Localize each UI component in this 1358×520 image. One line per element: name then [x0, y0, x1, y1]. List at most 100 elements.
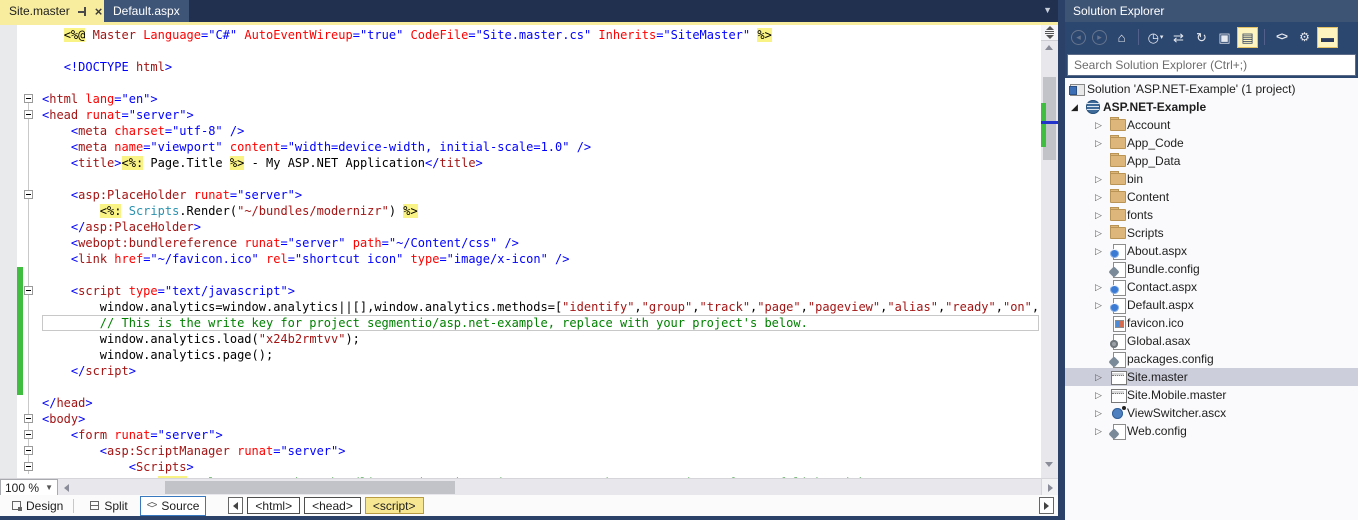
scroll-left-icon[interactable]	[64, 484, 69, 492]
scroll-up-icon[interactable]	[1045, 45, 1053, 50]
tree-item-site-master[interactable]: Site.master	[1065, 368, 1358, 386]
tree-item-scripts[interactable]: Scripts	[1065, 224, 1358, 242]
code-line[interactable]: <%: Scripts.Render("~/bundles/modernizr"…	[42, 203, 1039, 219]
scroll-down-icon[interactable]	[1045, 462, 1053, 467]
code-line[interactable]: <meta charset="utf-8" />	[42, 123, 1039, 139]
code-line[interactable]: <html lang="en">	[42, 91, 1039, 107]
code-line[interactable]	[42, 267, 1039, 283]
code-line[interactable]: </asp:PlaceHolder>	[42, 219, 1039, 235]
back-button[interactable]: ◂	[1071, 30, 1086, 45]
code-editor[interactable]: <%@ Master Language="C#" AutoEventWireup…	[0, 25, 1041, 478]
show-all-files-button[interactable]: ▤	[1237, 27, 1258, 48]
code-line[interactable]: <Scripts>	[42, 459, 1039, 475]
tree-item-about-aspx[interactable]: About.aspx	[1065, 242, 1358, 260]
code-line[interactable]: <meta name="viewport" content="width=dev…	[42, 139, 1039, 155]
tree-item-account[interactable]: Account	[1065, 116, 1358, 134]
split-button[interactable]: Split	[84, 497, 133, 515]
expand-arrow-icon[interactable]	[1093, 120, 1109, 131]
code-line[interactable]: <%@ Master Language="C#" AutoEventWireup…	[42, 27, 1039, 43]
code-line[interactable]: window.analytics.load("x24b2rmtvv");	[42, 331, 1039, 347]
code-line[interactable]: <asp:PlaceHolder runat="server">	[42, 187, 1039, 203]
code-line[interactable]: <link href="~/favicon.ico" rel="shortcut…	[42, 251, 1039, 267]
tab-overflow-dropdown-icon[interactable]: ▼	[1043, 5, 1052, 15]
preview-selected-items-button[interactable]: ▬	[1317, 27, 1338, 48]
expand-arrow-icon[interactable]	[1093, 174, 1109, 185]
expand-arrow-icon[interactable]	[1093, 300, 1109, 311]
expand-arrow-icon[interactable]	[1093, 390, 1109, 401]
collapse-box-icon[interactable]	[24, 286, 33, 295]
tree-item-site-mobile-master[interactable]: Site.Mobile.master	[1065, 386, 1358, 404]
collapse-box-icon[interactable]	[24, 94, 33, 103]
sync-with-active-document-button[interactable]: ⇄	[1168, 27, 1189, 48]
tree-item-favicon-ico[interactable]: favicon.ico	[1065, 314, 1358, 332]
zoom-level-dropdown[interactable]: 100 % ▼	[0, 479, 58, 496]
tag-script-button[interactable]: <script>	[365, 497, 424, 514]
tree-item-global-asax[interactable]: Global.asax	[1065, 332, 1358, 350]
tag-nav-right-button[interactable]	[1039, 497, 1054, 514]
tab-default-aspx[interactable]: Default.aspx	[104, 0, 189, 22]
collapse-box-icon[interactable]	[24, 462, 33, 471]
properties-button[interactable]: ⚙	[1294, 27, 1315, 48]
pending-changes-filter-button[interactable]: ◷▾	[1145, 27, 1166, 48]
expand-arrow-icon[interactable]	[1093, 228, 1109, 239]
expand-arrow-icon[interactable]	[1069, 102, 1085, 113]
tree-item-app-code[interactable]: App_Code	[1065, 134, 1358, 152]
tag-nav-left-button[interactable]	[228, 497, 243, 514]
view-code-button[interactable]: <>	[1271, 27, 1292, 48]
code-line[interactable]	[42, 171, 1039, 187]
vertical-scrollbar[interactable]	[1041, 25, 1058, 478]
collapse-all-button[interactable]: ▣	[1214, 27, 1235, 48]
home-button[interactable]: ⌂	[1111, 27, 1132, 48]
tree-item-web-config[interactable]: Web.config	[1065, 422, 1358, 440]
horizontal-scrollbar-thumb[interactable]	[165, 481, 455, 494]
code-line[interactable]: <form runat="server">	[42, 427, 1039, 443]
code-line[interactable]: window.analytics=window.analytics||[],wi…	[42, 299, 1039, 315]
collapse-box-icon[interactable]	[24, 430, 33, 439]
code-line[interactable]: <title><%: Page.Title %> - My ASP.NET Ap…	[42, 155, 1039, 171]
tree-item-asp-net-example[interactable]: ASP.NET-Example	[1065, 98, 1358, 116]
code-line[interactable]: </head>	[42, 395, 1039, 411]
code-line[interactable]: </script>	[42, 363, 1039, 379]
tree-item-contact-aspx[interactable]: Contact.aspx	[1065, 278, 1358, 296]
forward-button[interactable]: ▸	[1092, 30, 1107, 45]
editor-splitter-handle[interactable]	[1041, 25, 1058, 41]
tree-item-bundle-config[interactable]: Bundle.config	[1065, 260, 1358, 278]
refresh-button[interactable]: ↻	[1191, 27, 1212, 48]
code-line[interactable]: <script type="text/javascript">	[42, 283, 1039, 299]
search-input[interactable]	[1067, 54, 1356, 76]
expand-arrow-icon[interactable]	[1093, 138, 1109, 149]
collapse-box-icon[interactable]	[24, 190, 33, 199]
code-line[interactable]	[42, 75, 1039, 91]
collapse-box-icon[interactable]	[24, 110, 33, 119]
code-line[interactable]: <head runat="server">	[42, 107, 1039, 123]
collapse-box-icon[interactable]	[24, 446, 33, 455]
pin-icon[interactable]	[78, 6, 89, 17]
tree-item-content[interactable]: Content	[1065, 188, 1358, 206]
expand-arrow-icon[interactable]	[1093, 210, 1109, 221]
expand-arrow-icon[interactable]	[1093, 372, 1109, 383]
expand-arrow-icon[interactable]	[1093, 408, 1109, 419]
source-button[interactable]: <> Source	[140, 496, 207, 516]
code-line[interactable]: <body>	[42, 411, 1039, 427]
tree-item-viewswitcher-ascx[interactable]: ViewSwitcher.ascx	[1065, 404, 1358, 422]
code-line[interactable]: <!DOCTYPE html>	[42, 59, 1039, 75]
expand-arrow-icon[interactable]	[1093, 246, 1109, 257]
expand-arrow-icon[interactable]	[1093, 282, 1109, 293]
expand-arrow-icon[interactable]	[1093, 426, 1109, 437]
breakpoint-margin[interactable]	[0, 25, 17, 478]
collapse-box-icon[interactable]	[24, 414, 33, 423]
design-button[interactable]: Design	[6, 497, 69, 515]
code-line[interactable]: <webopt:bundlereference runat="server" p…	[42, 235, 1039, 251]
tree-item-packages-config[interactable]: packages.config	[1065, 350, 1358, 368]
code-line[interactable]	[42, 379, 1039, 395]
expand-arrow-icon[interactable]	[1093, 192, 1109, 203]
tree-item-app-data[interactable]: App_Data	[1065, 152, 1358, 170]
scroll-right-button[interactable]	[1041, 479, 1058, 496]
pane-splitter[interactable]	[1058, 0, 1065, 520]
tree-item-default-aspx[interactable]: Default.aspx	[1065, 296, 1358, 314]
code-line[interactable]: window.analytics.page();	[42, 347, 1039, 363]
code-line[interactable]	[42, 43, 1039, 59]
tag-html-button[interactable]: <html>	[247, 497, 300, 514]
tag-head-button[interactable]: <head>	[304, 497, 361, 514]
code-line[interactable]: // This is the write key for project seg…	[42, 315, 1039, 331]
